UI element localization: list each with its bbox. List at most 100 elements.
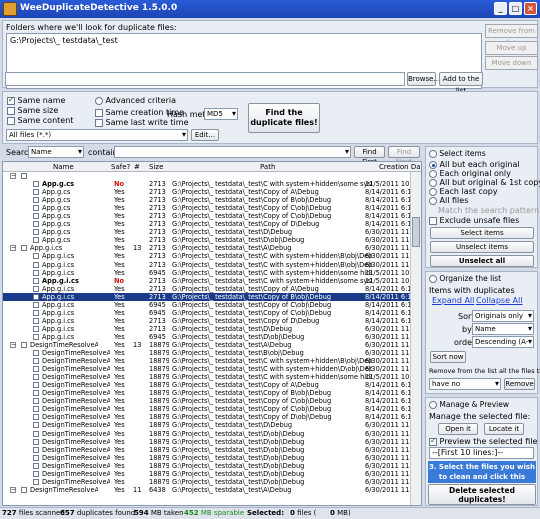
expand-collapse-icon[interactable]: − — [10, 486, 16, 493]
row-checkbox[interactable] — [21, 245, 27, 252]
row-checkbox[interactable] — [33, 253, 39, 260]
col-size-header[interactable]: Size — [149, 163, 163, 171]
preview-checkbox[interactable] — [429, 436, 437, 446]
row-checkbox[interactable] — [33, 269, 39, 276]
row-checkbox[interactable] — [33, 229, 39, 236]
chevron-up-icon[interactable] — [429, 150, 437, 158]
expand-collapse-icon[interactable]: − — [10, 341, 16, 348]
order-select[interactable]: Descending (A-Z, 0 — [472, 336, 534, 348]
group-row[interactable]: − DesignTimeResolveAssembly Yes 13 18879G:\P… — [3, 341, 413, 349]
chevron-up-icon[interactable] — [429, 401, 437, 409]
table-row[interactable]: DesignTimeResolveAsser Yes 18879G:\Project… — [3, 462, 413, 470]
search-field-select[interactable]: Name — [28, 146, 84, 158]
row-checkbox[interactable] — [33, 285, 39, 292]
row-checkbox[interactable] — [33, 197, 39, 204]
locate-it-button[interactable]: Locate it — [484, 423, 524, 435]
row-checkbox[interactable] — [33, 325, 39, 332]
add-to-list-button[interactable]: Add to the list — [439, 72, 483, 95]
row-checkbox[interactable] — [33, 398, 39, 405]
option-radio[interactable] — [429, 187, 437, 196]
close-button[interactable]: × — [524, 2, 537, 15]
table-row[interactable]: DesignTimeResolveAsser Yes 18879G:\Project… — [3, 470, 413, 478]
select-items-button[interactable]: Select items — [430, 227, 534, 239]
same-content-checkbox[interactable] — [7, 116, 15, 125]
maximize-button[interactable]: □ — [509, 2, 522, 15]
remove-from-list-button[interactable]: Remove from list — [485, 24, 538, 47]
table-row[interactable]: DesignTimeResolveAsser Yes 18879G:\Project… — [3, 389, 413, 397]
row-checkbox[interactable] — [33, 181, 39, 188]
file-filter-select[interactable]: All files (*.*) — [6, 129, 188, 141]
delete-selected-button[interactable]: Delete selected duplicates! — [428, 484, 536, 505]
same-name-checkbox[interactable] — [7, 95, 15, 105]
sort-select[interactable]: Originals only — [472, 310, 534, 322]
row-checkbox[interactable] — [33, 366, 39, 373]
table-row[interactable]: App.g.i.cs Yes 2713 G:\Projects\_ testdata\… — [3, 261, 413, 269]
table-row[interactable]: App.g.cs Yes 2713 G:\Projects\_ testdata\_t… — [3, 228, 413, 236]
row-checkbox[interactable] — [33, 390, 39, 397]
table-row[interactable]: DesignTimeResolveAsser Yes 18879G:\Project… — [3, 438, 413, 446]
sort-now-button[interactable]: Sort now — [430, 351, 466, 363]
browse-button[interactable]: Browse... — [407, 72, 440, 86]
move-down-button[interactable]: Move down — [485, 56, 538, 70]
table-row[interactable]: App.g.i.cs Yes 2713 G:\Projects\_ testdata\… — [3, 325, 413, 333]
table-row[interactable]: DesignTimeResolveAsser Yes 18879G:\Project… — [3, 405, 413, 413]
chevron-up-icon[interactable] — [429, 275, 437, 283]
open-it-button[interactable]: Open it — [438, 423, 478, 435]
table-row[interactable]: DesignTimeResolveAsser Yes 18879G:\Project… — [3, 478, 413, 486]
row-checkbox[interactable] — [33, 382, 39, 389]
table-row[interactable]: DesignTimeResolveAsser Yes 18879G:\Project… — [3, 454, 413, 462]
row-checkbox[interactable] — [33, 478, 39, 485]
table-row[interactable]: DesignTimeResolveAsser Yes 18879G:\Project… — [3, 397, 413, 405]
row-checkbox[interactable] — [33, 438, 39, 445]
table-row[interactable]: DesignTimeResolveAsser Yes 18879G:\Project… — [3, 381, 413, 389]
group-row[interactable]: − — [3, 172, 411, 180]
expand-collapse-icon[interactable]: − — [10, 245, 16, 252]
table-row[interactable]: DesignTimeResolveAsser Yes 18879G:\Project… — [3, 349, 413, 357]
row-checkbox[interactable] — [33, 317, 39, 324]
row-checkbox[interactable] — [33, 446, 39, 453]
table-row[interactable]: DesignTimeResolveAsser Yes 18879G:\Project… — [3, 413, 413, 421]
unselect-items-button[interactable]: Unselect items — [430, 241, 534, 253]
row-checkbox[interactable] — [33, 213, 39, 220]
folder-path-input[interactable] — [5, 72, 405, 86]
row-checkbox[interactable] — [33, 350, 39, 357]
row-checkbox[interactable] — [33, 470, 39, 477]
row-checkbox[interactable] — [33, 237, 39, 244]
row-checkbox[interactable] — [21, 341, 27, 348]
option-radio[interactable] — [429, 196, 437, 205]
expand-all-link[interactable]: Expand All — [432, 296, 474, 305]
option-radio[interactable] — [429, 169, 437, 178]
edit-filter-button[interactable]: Edit... — [191, 129, 219, 141]
table-row[interactable]: App.g.cs Yes 2713 G:\Projects\_ testdata\_t… — [3, 196, 413, 204]
chevron-up-icon[interactable] — [95, 96, 103, 105]
row-checkbox[interactable] — [33, 221, 39, 228]
table-row[interactable]: DesignTimeResolveAsser Yes 18879G:\Project… — [3, 365, 413, 373]
table-row[interactable]: DesignTimeResolveAsser Yes 18879G:\Project… — [3, 421, 413, 429]
table-row[interactable]: App.g.cs Yes 2713 G:\Projects\_ testdata\_t… — [3, 220, 413, 228]
table-row[interactable]: App.g.i.cs Yes 2713 G:\Projects\_ testdata\… — [3, 252, 413, 260]
row-checkbox[interactable] — [21, 173, 27, 179]
same-size-checkbox[interactable] — [7, 106, 15, 115]
row-checkbox[interactable] — [33, 430, 39, 437]
row-checkbox[interactable] — [33, 301, 39, 308]
row-checkbox[interactable] — [33, 189, 39, 196]
row-checkbox[interactable] — [33, 454, 39, 461]
table-row[interactable]: App.g.i.cs Yes 2713 G:\Projects\_ testdata\… — [3, 292, 413, 301]
row-checkbox[interactable] — [33, 293, 39, 300]
table-row[interactable]: DesignTimeResolveAsser Yes 18879G:\Project… — [3, 373, 413, 381]
row-checkbox[interactable] — [33, 414, 39, 421]
row-checkbox[interactable] — [33, 261, 39, 268]
collapse-all-link[interactable]: Collapse All — [476, 296, 522, 305]
group-row[interactable]: − DesignTimeResolveAssembly Yes 11 6438 G:\Pr… — [3, 486, 413, 494]
row-checkbox[interactable] — [33, 462, 39, 469]
find-duplicates-button[interactable]: Find the duplicate files! — [248, 103, 320, 133]
row-checkbox[interactable] — [33, 333, 39, 340]
row-checkbox[interactable] — [21, 486, 27, 493]
row-checkbox[interactable] — [33, 277, 39, 284]
table-row[interactable]: DesignTimeResolveAsser Yes 18879G:\Project… — [3, 446, 413, 454]
exclude-unsafe-checkbox[interactable] — [429, 216, 437, 225]
same-creation-time-checkbox[interactable] — [95, 108, 103, 117]
folder-item[interactable]: G:\Projects\_ testdata\_test — [10, 36, 478, 45]
table-row[interactable]: App.g.cs No 2713 G:\Projects\_ testdata\_te… — [3, 180, 413, 188]
move-up-button[interactable]: Move up — [485, 41, 538, 55]
